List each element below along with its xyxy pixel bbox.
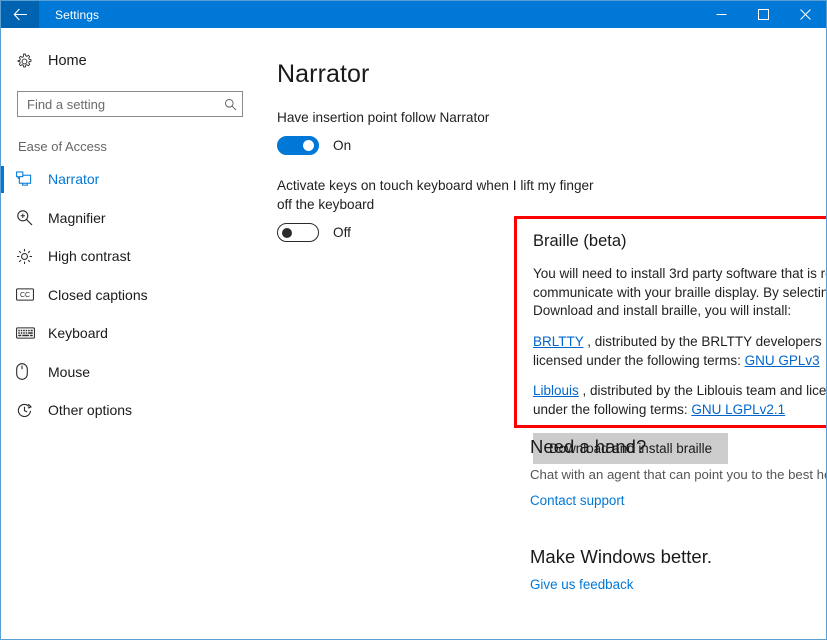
- toggle-state-label: Off: [333, 225, 351, 240]
- braille-intro-text: You will need to install 3rd party softw…: [533, 265, 826, 321]
- need-a-hand-subtext: Chat with an agent that can point you to…: [530, 466, 826, 484]
- search-box[interactable]: [17, 91, 243, 117]
- close-icon: [800, 9, 811, 20]
- braille-liblouis-line: Liblouis , distributed by the Liblouis t…: [533, 382, 826, 419]
- brltty-link[interactable]: BRLTTY: [533, 334, 584, 349]
- toggle-state-label: On: [333, 138, 351, 153]
- liblouis-link[interactable]: Liblouis: [533, 383, 579, 398]
- sidebar-item-high-contrast[interactable]: High contrast: [1, 237, 266, 276]
- mouse-icon: [16, 363, 42, 380]
- gear-icon: [16, 53, 42, 70]
- toggle-knob: [303, 140, 314, 151]
- window-title: Settings: [39, 1, 700, 28]
- sidebar-item-narrator[interactable]: Narrator: [1, 160, 266, 199]
- make-windows-better-section: Make Windows better. Give us feedback: [530, 546, 826, 594]
- sidebar-item-label: Keyboard: [48, 325, 108, 341]
- back-button[interactable]: [1, 1, 39, 28]
- sidebar-item-label: Narrator: [48, 171, 99, 187]
- closed-captions-icon: CC: [16, 288, 42, 301]
- setting-label: Activate keys on touch keyboard when I l…: [277, 177, 607, 214]
- activate-keys-toggle[interactable]: [277, 223, 319, 242]
- section-spacer: [530, 510, 826, 546]
- sidebar-item-magnifier[interactable]: Magnifier: [1, 199, 266, 238]
- need-a-hand-heading: Need a hand?: [530, 436, 826, 458]
- insertion-point-toggle[interactable]: [277, 136, 319, 155]
- braille-heading: Braille (beta): [533, 232, 826, 251]
- sidebar-item-home[interactable]: Home: [1, 44, 266, 78]
- window-controls: [700, 1, 826, 28]
- magnifier-icon: [16, 209, 42, 226]
- search-input[interactable]: [18, 97, 218, 112]
- need-a-hand-section: Need a hand? Chat with an agent that can…: [530, 436, 826, 510]
- page-title: Narrator: [277, 60, 796, 89]
- sidebar-item-label: Closed captions: [48, 287, 148, 303]
- minimize-button[interactable]: [700, 1, 742, 28]
- minimize-icon: [716, 9, 727, 20]
- sidebar-item-other-options[interactable]: Other options: [1, 391, 266, 430]
- sidebar-group-label: Ease of Access: [18, 139, 266, 154]
- sidebar-item-mouse[interactable]: Mouse: [1, 353, 266, 392]
- contact-support-link[interactable]: Contact support: [530, 493, 625, 508]
- other-options-icon: [16, 402, 42, 419]
- search-icon: [218, 98, 242, 111]
- sidebar-home-label: Home: [48, 53, 87, 69]
- back-arrow-icon: [13, 8, 28, 21]
- footer-sections: Need a hand? Chat with an agent that can…: [530, 436, 826, 594]
- braille-brltty-line: BRLTTY , distributed by the BRLTTY devel…: [533, 333, 826, 370]
- give-us-feedback-link[interactable]: Give us feedback: [530, 577, 633, 592]
- settings-window: Settings: [0, 0, 827, 640]
- title-bar: Settings: [1, 1, 826, 28]
- main-pane: Narrator Have insertion point follow Nar…: [266, 28, 826, 639]
- maximize-icon: [758, 9, 769, 20]
- sidebar-item-label: High contrast: [48, 248, 130, 264]
- toggle-knob: [282, 228, 292, 238]
- window-body: Home Ease of Access: [1, 28, 826, 639]
- narrator-icon: [16, 171, 42, 187]
- brightness-icon: [16, 248, 42, 265]
- sidebar-item-label: Other options: [48, 402, 132, 418]
- sidebar-item-label: Magnifier: [48, 210, 106, 226]
- keyboard-icon: [16, 327, 42, 339]
- setting-insertion-point-follow: Have insertion point follow Narrator On: [277, 109, 796, 155]
- close-button[interactable]: [784, 1, 826, 28]
- sidebar-item-label: Mouse: [48, 364, 90, 380]
- maximize-button[interactable]: [742, 1, 784, 28]
- gnu-lgplv21-link[interactable]: GNU LGPLv2.1: [691, 402, 785, 417]
- svg-text:CC: CC: [20, 292, 30, 299]
- make-windows-better-heading: Make Windows better.: [530, 546, 826, 568]
- braille-section-highlight: Braille (beta) You will need to install …: [514, 216, 826, 428]
- sidebar-item-keyboard[interactable]: Keyboard: [1, 314, 266, 353]
- sidebar: Home Ease of Access: [1, 28, 266, 639]
- sidebar-item-closed-captions[interactable]: CC Closed captions: [1, 276, 266, 315]
- toggle-row: On: [277, 136, 796, 155]
- gnu-gplv3-link[interactable]: GNU GPLv3: [745, 353, 820, 368]
- setting-label: Have insertion point follow Narrator: [277, 109, 607, 127]
